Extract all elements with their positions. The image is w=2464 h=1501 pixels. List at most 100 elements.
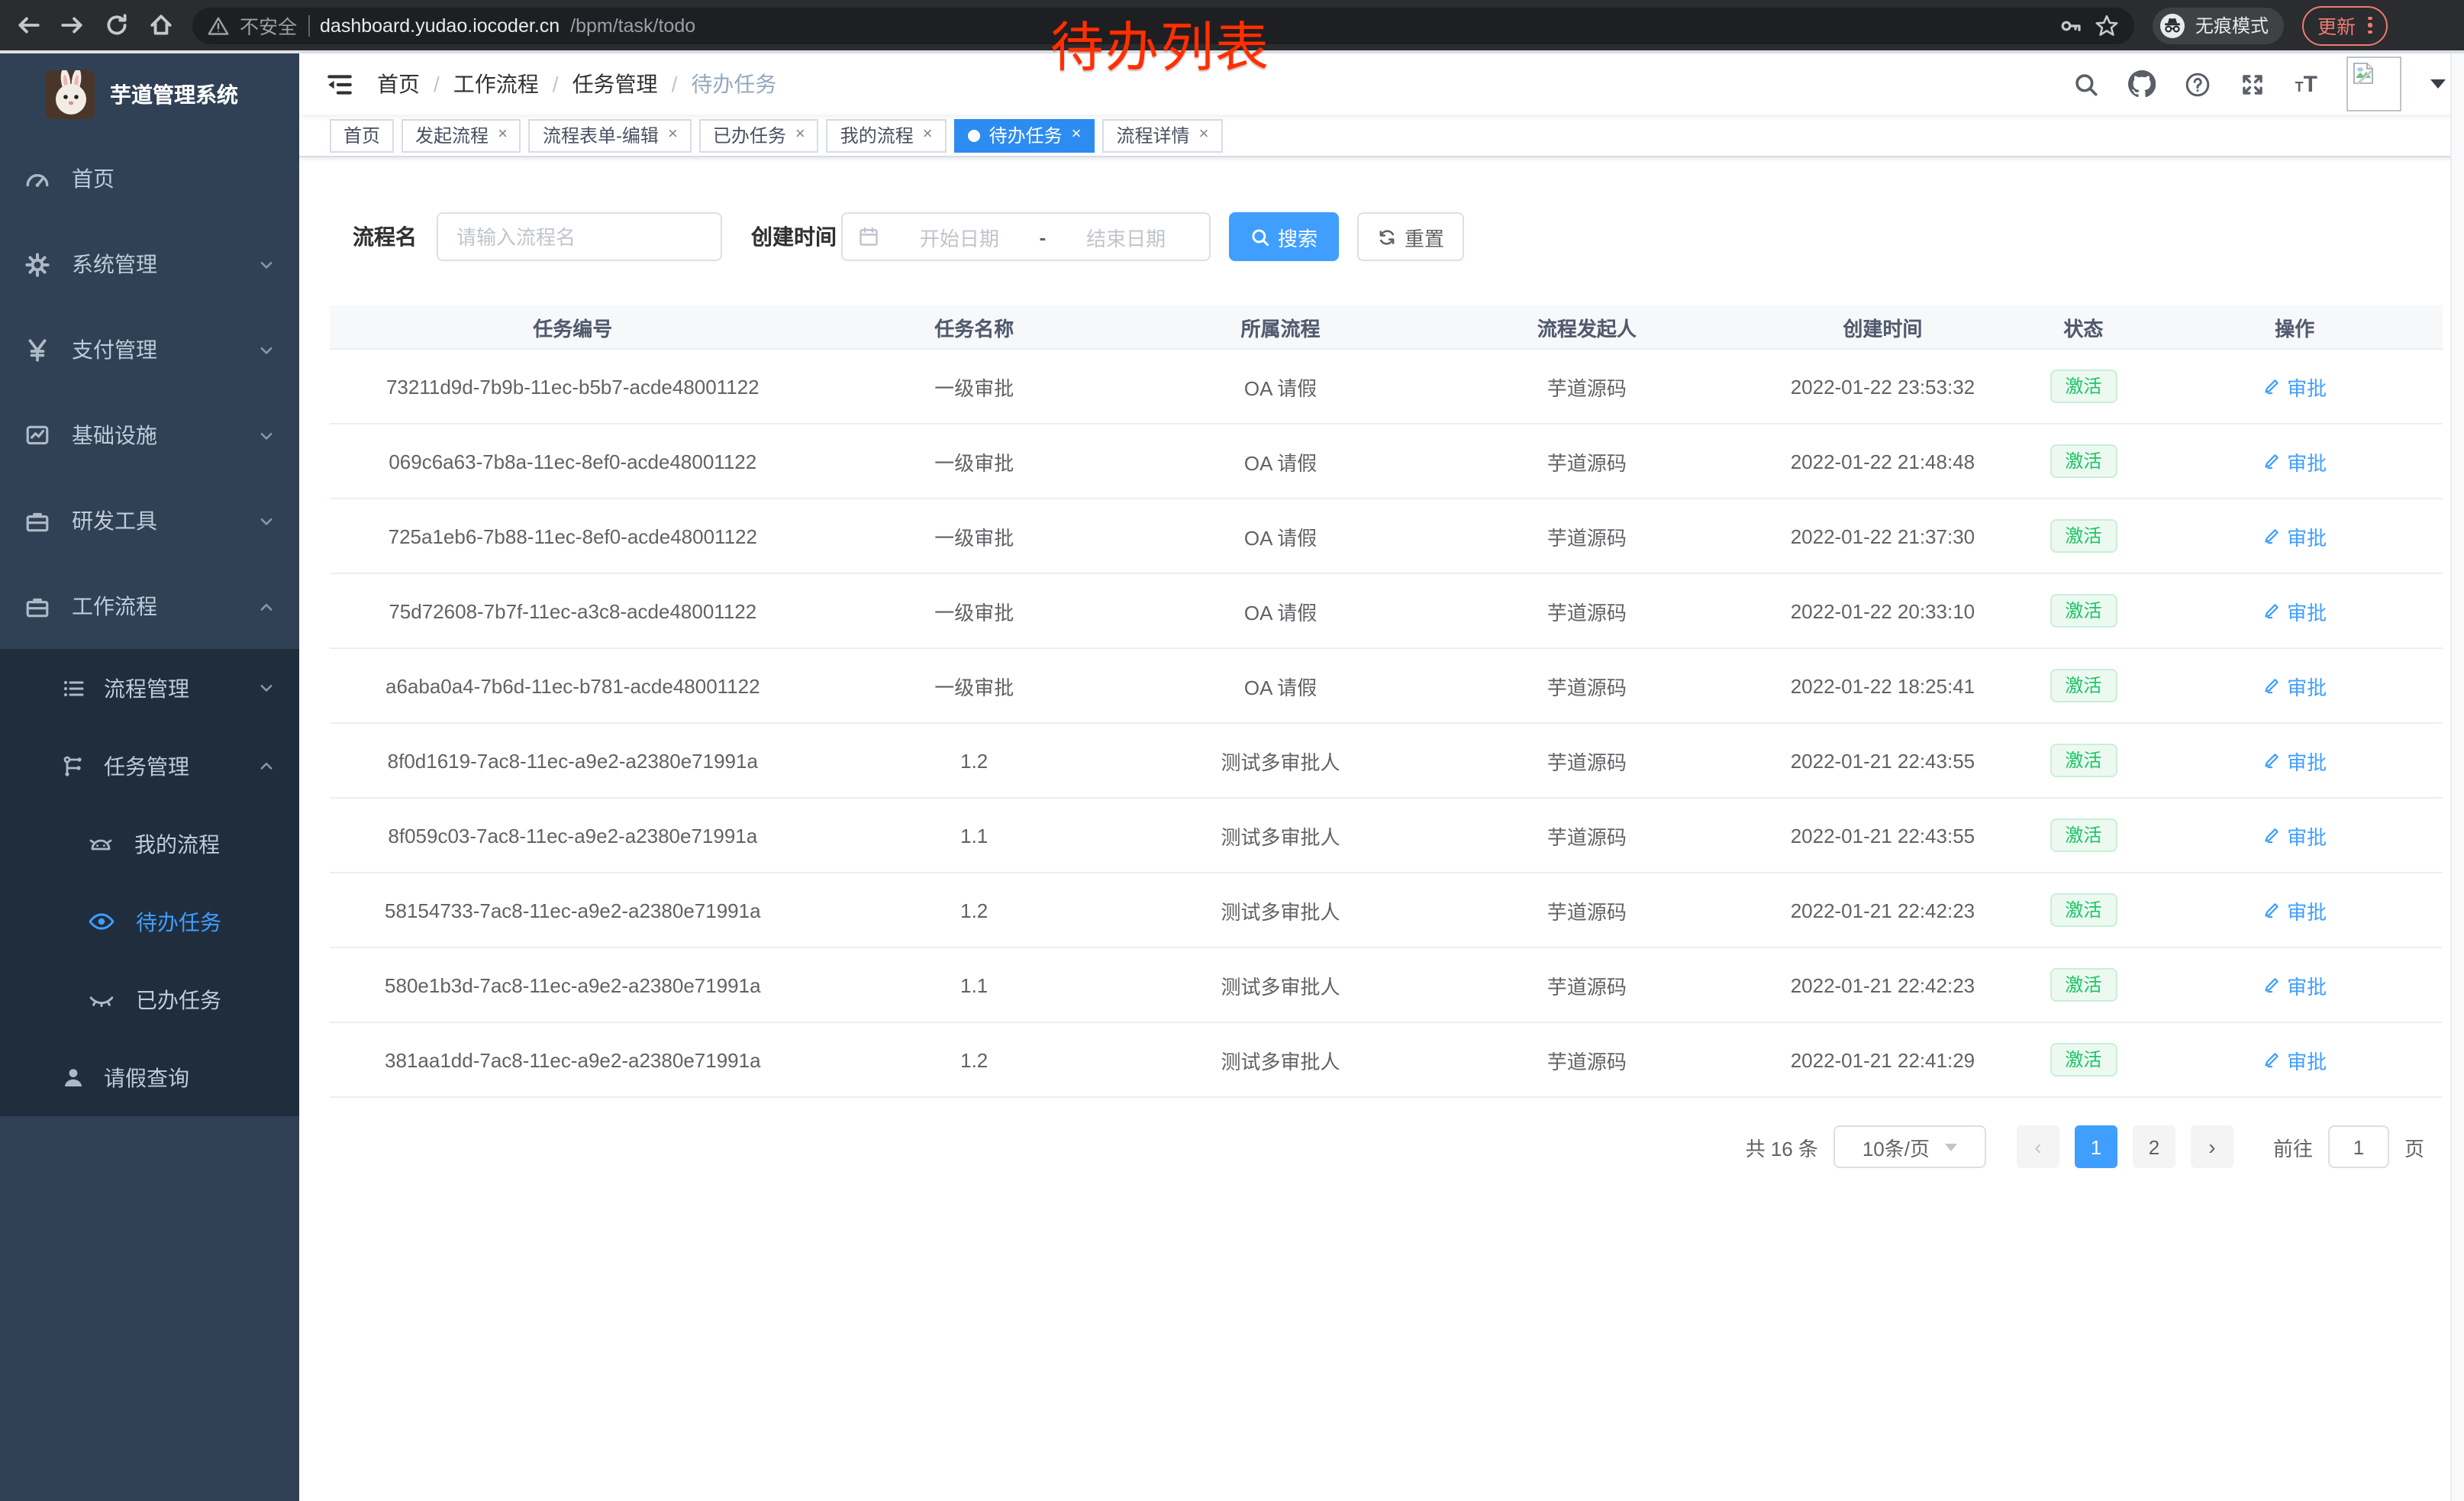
sidebar-item-payment[interactable]: 支付管理	[0, 307, 299, 392]
sidebar-item-label: 研发工具	[72, 505, 157, 536]
sidebar-item-task-management[interactable]: 任务管理	[0, 727, 299, 805]
chevron-down-icon	[258, 341, 275, 358]
page-size-select[interactable]: 10条/页	[1833, 1125, 1986, 1168]
font-size-icon[interactable]: TT	[2295, 71, 2317, 97]
robot-face-icon	[89, 831, 113, 856]
create-time-label: 创建时间	[751, 212, 837, 261]
reset-button[interactable]: 重置	[1357, 212, 1464, 261]
sidebar-item-dev-tools[interactable]: 研发工具	[0, 478, 299, 563]
close-icon[interactable]: ×	[668, 127, 678, 144]
github-icon[interactable]	[2129, 70, 2156, 98]
tab-process-detail[interactable]: 流程详情×	[1103, 118, 1223, 152]
page-button-2[interactable]: 2	[2133, 1125, 2175, 1168]
chevron-left-icon: ‹	[2034, 1135, 2041, 1159]
collapse-sidebar-icon[interactable]	[325, 69, 354, 98]
workflow-icon	[24, 593, 50, 619]
workflow-submenu: 流程管理 任务管理 我的流程 待办任务 已办任务 请假	[0, 649, 299, 1116]
approve-link[interactable]: 审批	[2262, 372, 2327, 401]
cell-task-id: 8f059c03-7ac8-11ec-a9e2-a2380e71991a	[330, 824, 816, 847]
search-icon[interactable]	[2074, 71, 2100, 97]
tab-home[interactable]: 首页	[330, 118, 394, 152]
status-badge: 激活	[2050, 594, 2117, 628]
close-icon[interactable]: ×	[1199, 127, 1209, 144]
app-logo[interactable]: 芋道管理系统	[0, 53, 299, 136]
sidebar-item-my-process[interactable]: 我的流程	[0, 805, 299, 883]
update-button[interactable]: 更新	[2302, 5, 2387, 45]
status-badge: 激活	[2050, 370, 2117, 403]
approve-link[interactable]: 审批	[2262, 521, 2327, 550]
chevron-down-icon	[258, 512, 275, 529]
search-button[interactable]: 搜索	[1229, 212, 1339, 261]
cell-process: 测试多审批人	[1133, 821, 1429, 850]
chevron-down-icon	[258, 679, 275, 696]
approve-link[interactable]: 审批	[2262, 896, 2327, 925]
process-name-input[interactable]	[437, 212, 722, 261]
star-icon[interactable]	[2095, 13, 2119, 37]
next-page-button[interactable]: ›	[2191, 1125, 2233, 1168]
url-path: /bpm/task/todo	[570, 15, 695, 36]
approve-link[interactable]: 审批	[2262, 671, 2327, 700]
fullscreen-icon[interactable]	[2240, 71, 2266, 97]
approve-link[interactable]: 审批	[2262, 1045, 2327, 1074]
date-range-picker[interactable]: 开始日期 - 结束日期	[841, 212, 1211, 261]
approve-link[interactable]: 审批	[2262, 746, 2327, 775]
table-row: 069c6a63-7b8a-11ec-8ef0-acde48001122 一级审…	[330, 424, 2443, 499]
avatar-dropdown-icon[interactable]	[2430, 79, 2446, 89]
page-button-1[interactable]: 1	[2075, 1125, 2117, 1168]
app-title: 芋道管理系统	[110, 79, 238, 110]
sidebar-item-todo-tasks[interactable]: 待办任务	[0, 883, 299, 960]
goto-page-input[interactable]	[2328, 1125, 2389, 1168]
prev-page-button[interactable]: ‹	[2017, 1125, 2059, 1168]
close-icon[interactable]: ×	[795, 127, 805, 144]
tab-form-edit[interactable]: 流程表单-编辑×	[529, 118, 692, 152]
edit-icon	[2262, 452, 2281, 470]
scrollbar[interactable]	[2450, 53, 2464, 1501]
sidebar-item-workflow[interactable]: 工作流程	[0, 563, 299, 649]
tab-done-tasks[interactable]: 已办任务×	[699, 118, 819, 152]
cell-actions: 审批	[2146, 521, 2443, 550]
sidebar-item-infrastructure[interactable]: 基础设施	[0, 392, 299, 478]
cell-created: 2022-01-21 22:43:55	[1746, 749, 2021, 772]
breadcrumb-task-management[interactable]: 任务管理	[572, 69, 658, 99]
home-icon[interactable]	[148, 12, 174, 38]
table-header: 任务编号 任务名称 所属流程 流程发起人 创建时间 状态 操作	[330, 305, 2443, 350]
chevron-down-icon	[1945, 1143, 1957, 1151]
refresh-icon	[1377, 227, 1397, 247]
breadcrumb-workflow[interactable]: 工作流程	[453, 69, 539, 99]
sidebar-item-home[interactable]: 首页	[0, 136, 299, 221]
browser-menu-icon[interactable]	[2368, 17, 2372, 34]
key-icon[interactable]	[2059, 13, 2084, 37]
close-icon[interactable]: ×	[1072, 127, 1082, 144]
chevron-right-icon: ›	[2208, 1135, 2215, 1159]
close-icon[interactable]: ×	[923, 127, 933, 144]
help-icon[interactable]	[2185, 71, 2211, 97]
sidebar-item-system[interactable]: 系统管理	[0, 221, 299, 307]
cell-created: 2022-01-21 22:42:23	[1746, 973, 2021, 996]
cell-status: 激活	[2020, 893, 2146, 927]
sidebar-item-done-tasks[interactable]: 已办任务	[0, 960, 299, 1038]
tab-my-process[interactable]: 我的流程×	[827, 118, 947, 152]
forward-icon[interactable]	[60, 12, 85, 38]
approve-link[interactable]: 审批	[2262, 596, 2327, 625]
security-label[interactable]: 不安全	[240, 11, 297, 40]
breadcrumb-home[interactable]: 首页	[377, 69, 420, 99]
tab-todo-tasks[interactable]: 待办任务×	[954, 118, 1095, 152]
tab-start-process[interactable]: 发起流程×	[402, 118, 521, 152]
status-badge: 激活	[2050, 968, 2117, 1002]
close-icon[interactable]: ×	[498, 127, 508, 144]
cell-process: 测试多审批人	[1133, 896, 1429, 925]
incognito-badge[interactable]: 无痕模式	[2153, 7, 2284, 44]
reload-icon[interactable]	[104, 12, 130, 38]
approve-link[interactable]: 审批	[2262, 821, 2327, 850]
approve-link[interactable]: 审批	[2262, 447, 2327, 476]
cell-process: 测试多审批人	[1133, 746, 1429, 775]
sidebar-item-leave-query[interactable]: 请假查询	[0, 1038, 299, 1116]
cell-actions: 审批	[2146, 1045, 2443, 1074]
approve-link[interactable]: 审批	[2262, 970, 2327, 999]
cell-status: 激活	[2020, 818, 2146, 852]
back-icon[interactable]	[15, 12, 41, 38]
sidebar-item-process-management[interactable]: 流程管理	[0, 649, 299, 727]
cell-created: 2022-01-22 23:53:32	[1746, 375, 2021, 398]
cell-process: OA 请假	[1133, 671, 1429, 700]
avatar[interactable]	[2346, 56, 2401, 111]
